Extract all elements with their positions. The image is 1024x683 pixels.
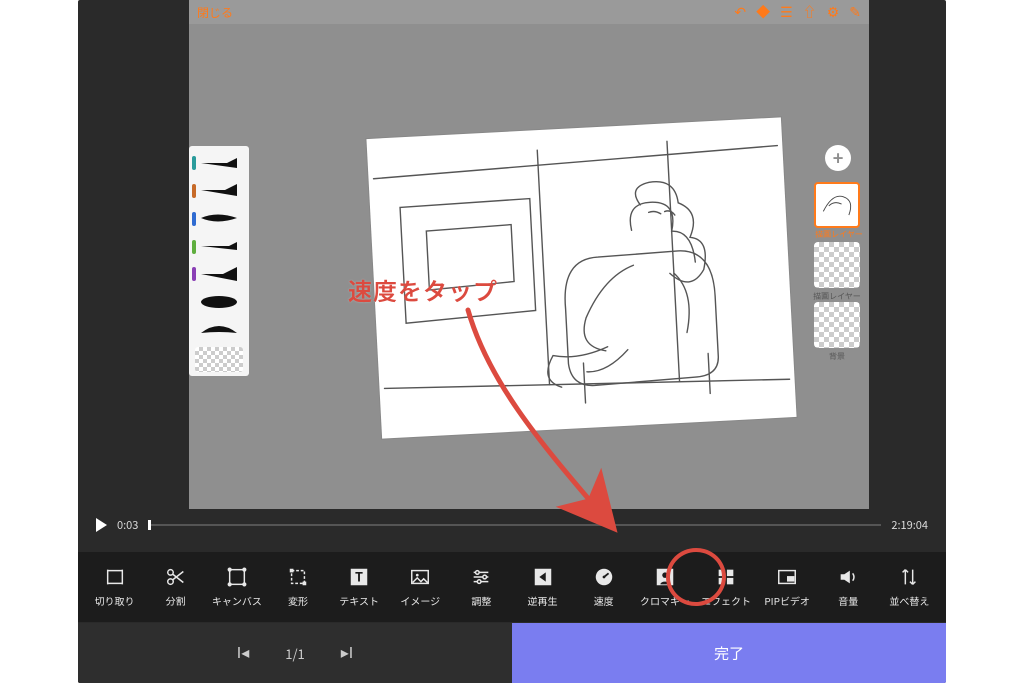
layer-thumb-active[interactable]: 描画レイヤー [814, 182, 860, 228]
tool-reverse[interactable]: 逆再生 [515, 566, 571, 608]
image-icon [409, 566, 431, 588]
reorder-icon [898, 566, 920, 588]
sliders-icon [470, 566, 492, 588]
tool-pip[interactable]: PIPビデオ [759, 566, 815, 608]
svg-text:T: T [355, 567, 363, 586]
brush-preset-3[interactable] [189, 206, 249, 231]
brush-checker-row[interactable] [195, 347, 243, 372]
tool-label: PIPビデオ [764, 593, 810, 608]
undo-icon[interactable]: ↶ [734, 5, 746, 19]
time-current: 0:03 [117, 517, 138, 533]
transform-icon [287, 566, 309, 588]
tool-label: 調整 [471, 593, 491, 608]
layer-stack: 描画レイヤー 描画レイヤー 背景 [814, 182, 860, 348]
page-nav: I◂ 1/1 ▸I [78, 623, 512, 683]
tool-label: 速度 [594, 593, 614, 608]
layers-icon[interactable]: ☰ [780, 5, 793, 19]
pip-icon [776, 566, 798, 588]
tool-label: 変形 [288, 593, 308, 608]
text-icon: T [348, 566, 370, 588]
tool-split[interactable]: 分割 [148, 566, 204, 608]
brush-preset-5[interactable] [189, 261, 249, 286]
shape-icon[interactable]: ◆ [756, 5, 770, 19]
drawing-app-topbar: 閉じる ↶ ◆ ☰ ⇧ ⚙ ✎ [189, 0, 869, 24]
tool-speed[interactable]: 速度 [576, 566, 632, 608]
bottom-bar: I◂ 1/1 ▸I 完了 [78, 623, 946, 683]
layer-thumb-2[interactable]: 描画レイヤー [814, 242, 860, 288]
crop-icon [104, 566, 126, 588]
layer-label: 描画レイヤー [809, 229, 869, 240]
tool-text[interactable]: T テキスト [331, 566, 387, 608]
tool-effect[interactable]: エフェクト [698, 566, 754, 608]
timeline-track[interactable] [148, 524, 881, 526]
volume-icon [837, 566, 859, 588]
artwork-canvas [366, 117, 796, 438]
edit-toolbar: 切り取り 分割 キャンバス 変形 T テキスト イメージ [78, 552, 946, 622]
effect-icon [715, 566, 737, 588]
prev-page-button[interactable]: I◂ [237, 643, 249, 663]
tool-label: クロマキー [640, 593, 690, 608]
brush-panel[interactable] [189, 146, 249, 376]
tool-reorder[interactable]: 並べ替え [881, 566, 937, 608]
brush-preset-1[interactable] [189, 150, 249, 175]
timeline: 0:03 2:19:04 [96, 512, 928, 538]
brush-preset-6[interactable] [189, 289, 249, 314]
brush-preset-2[interactable] [189, 178, 249, 203]
reverse-icon [532, 566, 554, 588]
sketch-drawing [366, 117, 796, 438]
tool-label: 並べ替え [889, 593, 929, 608]
done-button[interactable]: 完了 [512, 623, 946, 683]
tool-image[interactable]: イメージ [392, 566, 448, 608]
tool-label: 逆再生 [528, 593, 558, 608]
tool-label: エフェクト [701, 593, 751, 608]
layer-thumb-bg[interactable]: 背景 [814, 302, 860, 348]
drawing-canvas-viewport: 閉じる ↶ ◆ ☰ ⇧ ⚙ ✎ [189, 0, 869, 509]
topbar-icons: ↶ ◆ ☰ ⇧ ⚙ ✎ [734, 5, 861, 19]
share-icon[interactable]: ⇧ [803, 5, 817, 19]
video-editor-app: 閉じる ↶ ◆ ☰ ⇧ ⚙ ✎ [78, 0, 946, 683]
close-button[interactable]: 閉じる [197, 4, 233, 21]
add-layer-button[interactable]: + [825, 145, 851, 171]
time-total: 2:19:04 [891, 517, 928, 533]
next-page-button[interactable]: ▸I [341, 643, 353, 663]
chromakey-icon [654, 566, 676, 588]
brush-preset-7[interactable] [189, 317, 249, 342]
tool-label: 音量 [838, 593, 858, 608]
scissors-icon [165, 566, 187, 588]
canvas-icon [226, 566, 248, 588]
tool-crop[interactable]: 切り取り [87, 566, 143, 608]
tool-label: キャンバス [212, 593, 262, 608]
play-button[interactable] [96, 518, 107, 532]
tool-label: 分割 [166, 593, 186, 608]
timeline-handle[interactable] [148, 520, 151, 530]
tool-canvas[interactable]: キャンバス [209, 566, 265, 608]
brush-icon[interactable]: ✎ [849, 5, 861, 19]
brush-preset-4[interactable] [189, 234, 249, 259]
page-indicator: 1/1 [285, 644, 305, 663]
tool-transform[interactable]: 変形 [270, 566, 326, 608]
tool-label: 切り取り [95, 593, 135, 608]
tool-volume[interactable]: 音量 [820, 566, 876, 608]
tool-label: イメージ [400, 593, 440, 608]
layer-label: 背景 [807, 351, 867, 362]
tool-label: テキスト [339, 593, 379, 608]
layer-label: 描画レイヤー [807, 291, 867, 302]
speedometer-icon [593, 566, 615, 588]
tool-chroma[interactable]: クロマキー [637, 566, 693, 608]
settings-icon[interactable]: ⚙ [827, 5, 840, 19]
tool-adjust[interactable]: 調整 [453, 566, 509, 608]
